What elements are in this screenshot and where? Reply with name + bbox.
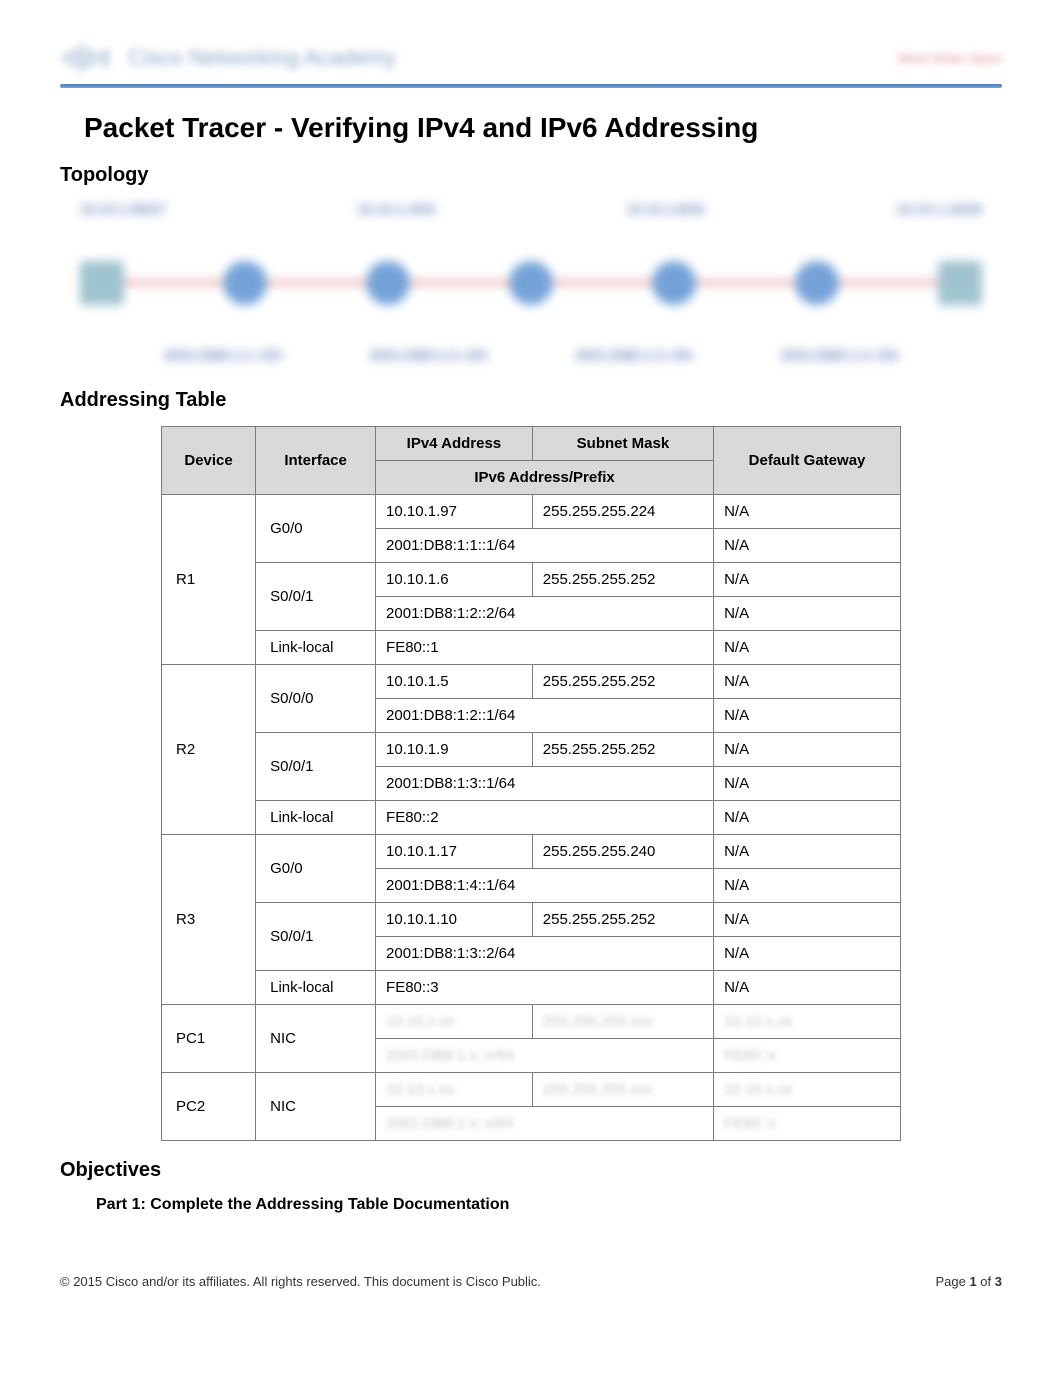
table-cell: 10.10.x.xx <box>376 1005 533 1039</box>
table-cell: 2001:DB8:1:3::2/64 <box>376 937 714 971</box>
table-cell: 255.255.255.252 <box>532 733 713 767</box>
objectives-part1: Part 1: Complete the Addressing Table Do… <box>96 1196 1002 1214</box>
table-cell: PC1 <box>162 1005 256 1073</box>
topology-heading: Topology <box>60 164 1002 187</box>
table-cell: G0/0 <box>256 835 376 903</box>
table-cell: NIC <box>256 1005 376 1073</box>
col-ipv4: IPv4 Address <box>376 427 533 461</box>
table-cell: 2001:DB8:1:2::1/64 <box>376 699 714 733</box>
table-cell: N/A <box>714 563 901 597</box>
page-header: Cisco Networking Academy Mind Wide Open <box>60 40 1002 84</box>
table-cell: 255.255.255.224 <box>532 495 713 529</box>
table-cell: FE80::x <box>714 1039 901 1073</box>
table-cell: 10.10.x.xx <box>714 1005 901 1039</box>
table-cell: 2001:DB8:1:2::2/64 <box>376 597 714 631</box>
table-cell: 10.10.1.5 <box>376 665 533 699</box>
col-mask: Subnet Mask <box>532 427 713 461</box>
table-cell: N/A <box>714 835 901 869</box>
col-interface: Interface <box>256 427 376 495</box>
col-gateway: Default Gateway <box>714 427 901 495</box>
brand-logo: Cisco Networking Academy <box>60 40 396 76</box>
table-cell: 2001:DB8:1:3::1/64 <box>376 767 714 801</box>
table-cell: S0/0/0 <box>256 665 376 733</box>
document-page: Cisco Networking Academy Mind Wide Open … <box>0 0 1062 1319</box>
table-cell: 10.10.x.xx <box>714 1073 901 1107</box>
table-cell: N/A <box>714 665 901 699</box>
table-cell: FE80::2 <box>376 801 714 835</box>
table-cell: N/A <box>714 767 901 801</box>
table-cell: S0/0/1 <box>256 903 376 971</box>
table-cell: N/A <box>714 699 901 733</box>
table-row: Link-localFE80::3N/A <box>162 971 901 1005</box>
table-cell: 255.255.255.240 <box>532 835 713 869</box>
table-cell: N/A <box>714 733 901 767</box>
footer-copyright: © 2015 Cisco and/or its affiliates. All … <box>60 1274 541 1289</box>
table-cell: NIC <box>256 1073 376 1141</box>
table-cell: N/A <box>714 597 901 631</box>
table-cell: 2001:DB8:1:4::1/64 <box>376 869 714 903</box>
table-row: S0/0/110.10.1.6255.255.255.252N/A <box>162 563 901 597</box>
table-cell: N/A <box>714 937 901 971</box>
addressing-table: Device Interface IPv4 Address Subnet Mas… <box>161 426 901 1141</box>
table-cell: 10.10.1.9 <box>376 733 533 767</box>
table-row: S0/0/110.10.1.9255.255.255.252N/A <box>162 733 901 767</box>
page-title: Packet Tracer - Verifying IPv4 and IPv6 … <box>84 112 1002 144</box>
table-cell: 10.10.1.6 <box>376 563 533 597</box>
table-row: R2S0/0/010.10.1.5255.255.255.252N/A <box>162 665 901 699</box>
table-cell: 2001:DB8:1:1::1/64 <box>376 529 714 563</box>
table-row: Link-localFE80::1N/A <box>162 631 901 665</box>
objectives-heading: Objectives <box>60 1159 1002 1182</box>
table-row: S0/0/110.10.1.10255.255.255.252N/A <box>162 903 901 937</box>
table-cell: N/A <box>714 869 901 903</box>
table-cell: Link-local <box>256 631 376 665</box>
table-cell: 255.255.255.252 <box>532 903 713 937</box>
table-cell: 10.10.1.97 <box>376 495 533 529</box>
table-header-row: Device Interface IPv4 Address Subnet Mas… <box>162 427 901 461</box>
table-cell: 2001:DB8:1:x::x/64 <box>376 1107 714 1141</box>
footer-page: Page 1 of 3 <box>935 1274 1002 1289</box>
table-cell: FE80::x <box>714 1107 901 1141</box>
table-cell: S0/0/1 <box>256 563 376 631</box>
table-cell: N/A <box>714 801 901 835</box>
table-cell: 10.10.1.17 <box>376 835 533 869</box>
table-cell: R2 <box>162 665 256 835</box>
page-footer: © 2015 Cisco and/or its affiliates. All … <box>60 1274 1002 1289</box>
table-cell: N/A <box>714 529 901 563</box>
table-cell: 2001:DB8:1:x::x/64 <box>376 1039 714 1073</box>
table-cell: Link-local <box>256 971 376 1005</box>
table-cell: 255.255.255.252 <box>532 563 713 597</box>
table-cell: PC2 <box>162 1073 256 1141</box>
table-row: R1G0/010.10.1.97255.255.255.224N/A <box>162 495 901 529</box>
table-row: PC1NIC10.10.x.xx255.255.255.xxx10.10.x.x… <box>162 1005 901 1039</box>
table-cell: 255.255.255.252 <box>532 665 713 699</box>
table-cell: R3 <box>162 835 256 1005</box>
col-ipv6: IPv6 Address/Prefix <box>376 461 714 495</box>
table-cell: 10.10.x.xx <box>376 1073 533 1107</box>
brand-text: Cisco Networking Academy <box>128 45 396 71</box>
table-cell: 255.255.255.xxx <box>532 1073 713 1107</box>
table-cell: R1 <box>162 495 256 665</box>
cisco-icon <box>60 40 116 76</box>
table-cell: S0/0/1 <box>256 733 376 801</box>
table-cell: N/A <box>714 903 901 937</box>
table-cell: 255.255.255.xxx <box>532 1005 713 1039</box>
header-divider <box>60 84 1002 88</box>
table-cell: N/A <box>714 971 901 1005</box>
table-cell: G0/0 <box>256 495 376 563</box>
addressing-heading: Addressing Table <box>60 389 1002 412</box>
table-cell: FE80::1 <box>376 631 714 665</box>
table-cell: Link-local <box>256 801 376 835</box>
table-cell: FE80::3 <box>376 971 714 1005</box>
table-row: R3G0/010.10.1.17255.255.255.240N/A <box>162 835 901 869</box>
table-cell: N/A <box>714 495 901 529</box>
table-cell: N/A <box>714 631 901 665</box>
table-cell: 10.10.1.10 <box>376 903 533 937</box>
col-device: Device <box>162 427 256 495</box>
topology-diagram: 10.10.1.96/27 10.10.1.4/30 10.10.1.8/30 … <box>60 201 1002 371</box>
table-row: PC2NIC10.10.x.xx255.255.255.xxx10.10.x.x… <box>162 1073 901 1107</box>
header-tagline: Mind Wide Open <box>898 50 1002 66</box>
table-row: Link-localFE80::2N/A <box>162 801 901 835</box>
